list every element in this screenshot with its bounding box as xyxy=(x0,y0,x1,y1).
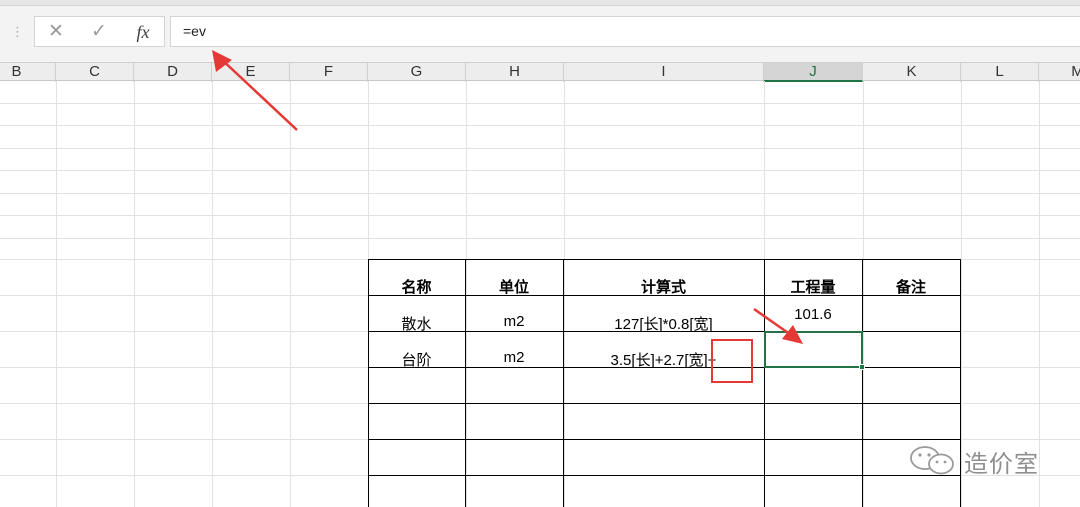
arrow-to-formula-line xyxy=(218,56,298,131)
watermark-text: 造价室 xyxy=(964,450,1039,478)
arrow-to-cell-head xyxy=(782,325,803,344)
arrow-to-formula-head xyxy=(212,50,232,72)
wechat-icon xyxy=(910,446,954,475)
annotation-arrows xyxy=(212,50,803,344)
watermark: 造价室 xyxy=(908,444,1039,478)
